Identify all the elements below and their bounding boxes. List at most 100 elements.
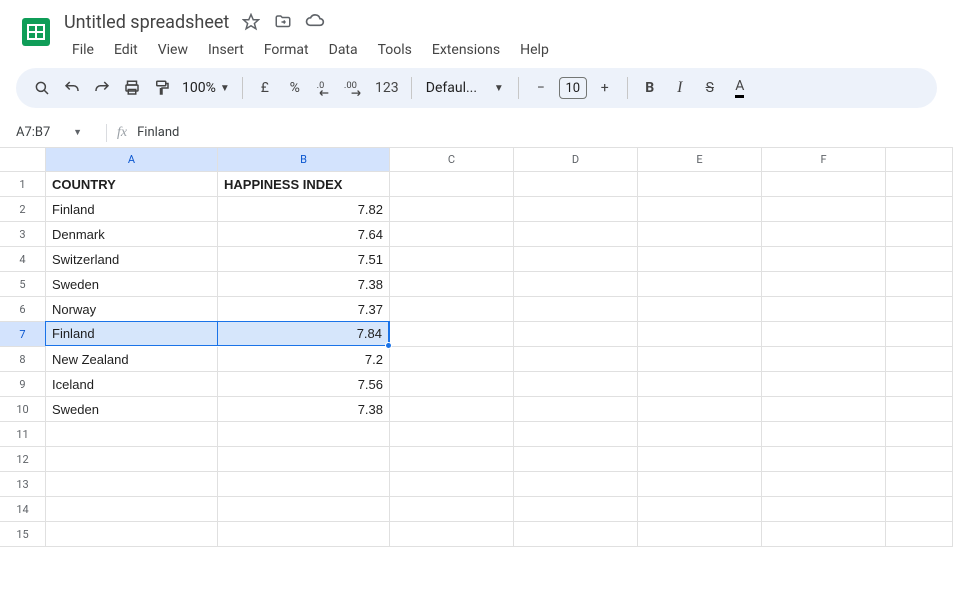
row-header[interactable]: 12 <box>0 447 46 472</box>
cell[interactable] <box>46 522 218 547</box>
row-header[interactable]: 8 <box>0 347 46 372</box>
column-header[interactable]: F <box>762 148 886 172</box>
cell[interactable] <box>218 447 390 472</box>
cell[interactable] <box>390 472 514 497</box>
row-header[interactable]: 3 <box>0 222 46 247</box>
cell[interactable] <box>638 247 762 272</box>
cell[interactable] <box>514 447 638 472</box>
cell[interactable]: New Zealand <box>46 347 218 372</box>
cell[interactable] <box>762 247 886 272</box>
cloud-status-icon[interactable] <box>305 12 325 32</box>
cell[interactable] <box>390 297 514 322</box>
star-icon[interactable] <box>241 12 261 32</box>
cell[interactable] <box>514 472 638 497</box>
cell[interactable] <box>514 297 638 322</box>
more-formats-button[interactable]: 123 <box>371 74 403 102</box>
cell[interactable]: Finland <box>46 197 218 222</box>
cell[interactable]: 7.64 <box>218 222 390 247</box>
column-header[interactable] <box>886 148 953 172</box>
name-box[interactable]: A7:B7 ▼ <box>0 125 96 140</box>
italic-button[interactable]: I <box>666 74 694 102</box>
cell[interactable] <box>638 422 762 447</box>
cell[interactable] <box>762 472 886 497</box>
cell[interactable]: COUNTRY <box>46 172 218 197</box>
cell[interactable] <box>390 322 514 347</box>
cell[interactable] <box>638 372 762 397</box>
cell[interactable] <box>762 347 886 372</box>
cell[interactable] <box>762 297 886 322</box>
cell[interactable] <box>514 247 638 272</box>
text-color-button[interactable]: A <box>726 74 754 102</box>
cell[interactable] <box>46 447 218 472</box>
cell[interactable] <box>638 222 762 247</box>
cell[interactable] <box>638 172 762 197</box>
cell[interactable] <box>390 372 514 397</box>
cell[interactable] <box>390 222 514 247</box>
cell[interactable] <box>218 522 390 547</box>
cell[interactable] <box>514 272 638 297</box>
cell[interactable] <box>762 422 886 447</box>
print-icon[interactable] <box>118 74 146 102</box>
redo-icon[interactable] <box>88 74 116 102</box>
menu-tools[interactable]: Tools <box>370 38 420 62</box>
cell[interactable]: 7.82 <box>218 197 390 222</box>
cell[interactable] <box>218 472 390 497</box>
cell[interactable] <box>762 322 886 347</box>
cell[interactable] <box>514 347 638 372</box>
select-all-corner[interactable] <box>0 148 46 172</box>
row-header[interactable]: 6 <box>0 297 46 322</box>
cell[interactable] <box>390 197 514 222</box>
cell[interactable]: 7.37 <box>218 297 390 322</box>
cell[interactable] <box>638 197 762 222</box>
font-size-increase[interactable]: + <box>591 74 619 102</box>
cell[interactable] <box>886 322 953 347</box>
row-header[interactable]: 7 <box>0 322 46 347</box>
cell[interactable]: 7.38 <box>218 397 390 422</box>
cell[interactable]: Finland <box>45 321 218 346</box>
zoom-selector[interactable]: 100% ▼ <box>178 80 234 96</box>
cell[interactable] <box>514 522 638 547</box>
cell[interactable] <box>390 347 514 372</box>
row-header[interactable]: 2 <box>0 197 46 222</box>
cell[interactable] <box>886 447 953 472</box>
formula-input[interactable]: Finland <box>137 125 179 140</box>
cell[interactable] <box>886 397 953 422</box>
column-header[interactable]: B <box>218 148 390 172</box>
cell[interactable]: 7.84 <box>218 321 390 346</box>
cell[interactable] <box>638 447 762 472</box>
cell[interactable]: Switzerland <box>46 247 218 272</box>
cell[interactable] <box>46 472 218 497</box>
cell[interactable] <box>514 397 638 422</box>
currency-button[interactable]: £ <box>251 74 279 102</box>
percent-button[interactable]: % <box>281 74 309 102</box>
menu-view[interactable]: View <box>150 38 196 62</box>
menu-format[interactable]: Format <box>256 38 317 62</box>
column-header[interactable]: D <box>514 148 638 172</box>
cell[interactable] <box>514 197 638 222</box>
cell[interactable]: 7.56 <box>218 372 390 397</box>
font-size-input[interactable]: 10 <box>559 77 587 99</box>
cell[interactable] <box>638 322 762 347</box>
cell[interactable] <box>46 497 218 522</box>
cell[interactable] <box>514 322 638 347</box>
cell[interactable] <box>886 197 953 222</box>
cell[interactable]: Iceland <box>46 372 218 397</box>
cell[interactable] <box>638 297 762 322</box>
cell[interactable] <box>762 172 886 197</box>
column-header[interactable]: E <box>638 148 762 172</box>
font-size-decrease[interactable]: − <box>527 74 555 102</box>
bold-button[interactable]: B <box>636 74 664 102</box>
cell[interactable] <box>638 397 762 422</box>
cell[interactable] <box>886 372 953 397</box>
row-header[interactable]: 4 <box>0 247 46 272</box>
cell[interactable] <box>886 272 953 297</box>
cell[interactable]: Norway <box>46 297 218 322</box>
cell[interactable] <box>886 247 953 272</box>
cell[interactable] <box>886 497 953 522</box>
sheets-logo[interactable] <box>16 12 56 52</box>
increase-decimal-button[interactable]: .00 <box>341 74 369 102</box>
decrease-decimal-button[interactable]: .0 <box>311 74 339 102</box>
cell[interactable] <box>514 222 638 247</box>
row-header[interactable]: 9 <box>0 372 46 397</box>
cell[interactable] <box>886 222 953 247</box>
